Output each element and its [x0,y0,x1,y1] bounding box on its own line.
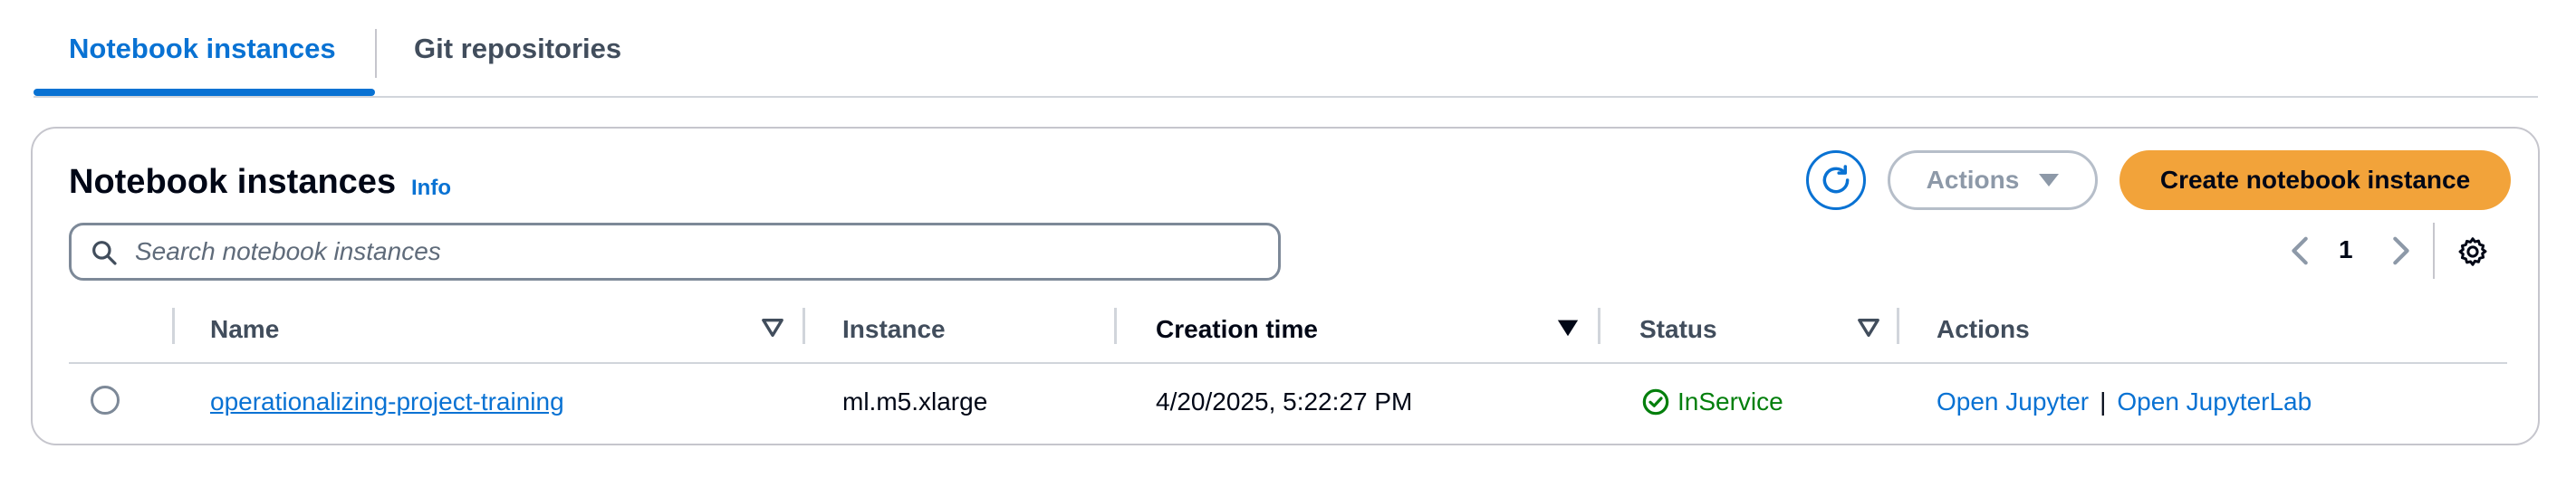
tab-notebook-instances[interactable]: Notebook instances [69,33,336,65]
action-separator: | [2100,387,2107,416]
sort-icon[interactable] [761,317,784,339]
search-icon [92,241,117,265]
column-header-actions: Actions [1937,315,2030,343]
creation-time: 4/20/2025, 5:22:27 PM [1156,387,1413,416]
tab-git-repositories[interactable]: Git repositories [414,33,621,65]
caret-down-icon [2039,174,2060,186]
status-text: InService [1677,387,1783,416]
active-tab-indicator [34,89,375,96]
column-header-status[interactable]: Status [1639,315,1717,344]
gear-icon[interactable] [2456,235,2489,268]
column-header-instance[interactable]: Instance [842,315,946,344]
refresh-icon [1822,165,1850,194]
table-header: Name Instance Creation time Status Actio… [69,308,2507,364]
row-actions: Open Jupyter | Open JupyterLab [1937,387,2312,416]
status-badge: InService [1641,387,1783,416]
search-field[interactable] [69,223,1281,281]
instance-type: ml.m5.xlarge [842,387,988,416]
sort-descending-icon[interactable] [1556,317,1580,339]
notebook-instances-panel: Notebook instances Info Actions Create n… [31,127,2540,445]
create-notebook-instance-button[interactable]: Create notebook instance [2119,150,2511,210]
actions-dropdown-button[interactable]: Actions [1888,150,2098,210]
actions-dropdown-label: Actions [1926,166,2020,194]
current-page-number[interactable]: 1 [2339,235,2353,264]
sort-icon[interactable] [1857,317,1880,339]
chevron-left-icon[interactable] [2288,234,2313,268]
page-title: Notebook instances [69,163,397,201]
check-circle-icon [1642,388,1669,416]
tab-divider [375,29,377,78]
column-header-creation-time[interactable]: Creation time [1156,315,1318,344]
tab-bar: Notebook instances Git repositories [34,0,2538,98]
refresh-button[interactable] [1806,150,1866,210]
pager-divider [2433,223,2435,279]
column-header-name[interactable]: Name [210,315,279,344]
chevron-right-icon[interactable] [2388,234,2413,268]
column-divider [1114,308,1117,344]
column-divider [1598,308,1600,344]
table-row: operationalizing-project-training ml.m5.… [69,364,2507,438]
row-select-radio[interactable] [91,386,120,415]
column-divider [1897,308,1899,344]
notebook-name-link[interactable]: operationalizing-project-training [210,387,564,416]
column-divider [172,308,175,344]
open-jupyter-link[interactable]: Open Jupyter [1937,387,2089,416]
column-divider [803,308,805,344]
open-jupyterlab-link[interactable]: Open JupyterLab [2117,387,2312,416]
search-input[interactable] [135,233,1258,271]
info-link[interactable]: Info [411,176,451,201]
